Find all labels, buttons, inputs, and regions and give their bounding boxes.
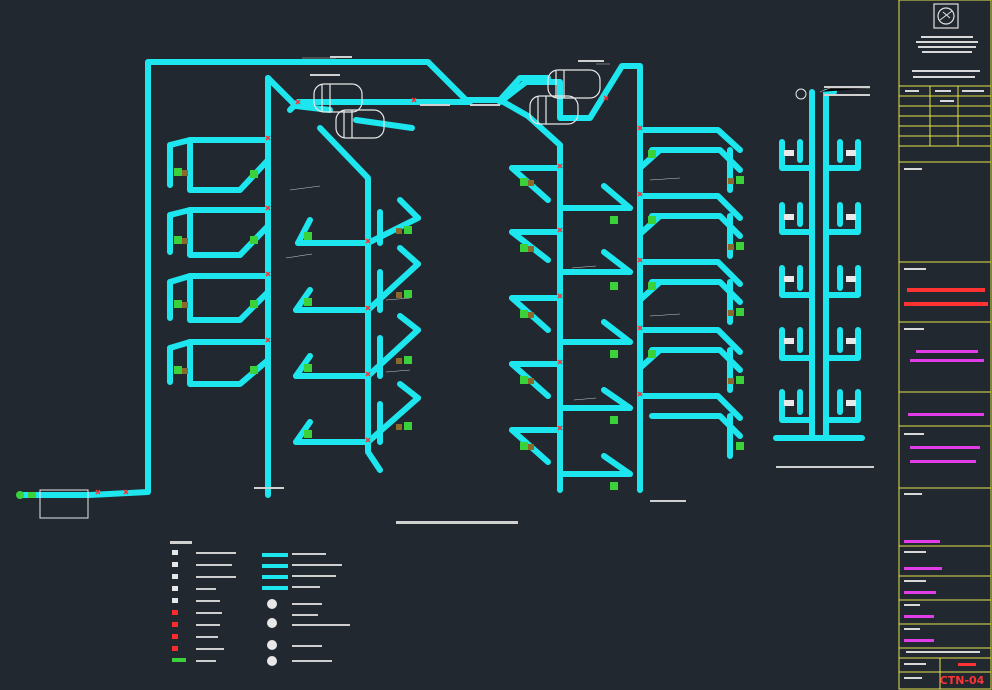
title-block — [898, 0, 992, 690]
title-block-text-lines — [904, 36, 984, 679]
pipe-network — [17, 59, 865, 498]
pump-icon — [795, 88, 807, 100]
logo-icon — [933, 3, 959, 29]
drawing-code: CTN-04 — [940, 674, 985, 687]
plumbing-drawing: CTN-04 — [16, 0, 992, 690]
legend — [170, 541, 350, 666]
title-block-colored-text — [904, 288, 988, 666]
fixture-icon — [174, 150, 856, 490]
